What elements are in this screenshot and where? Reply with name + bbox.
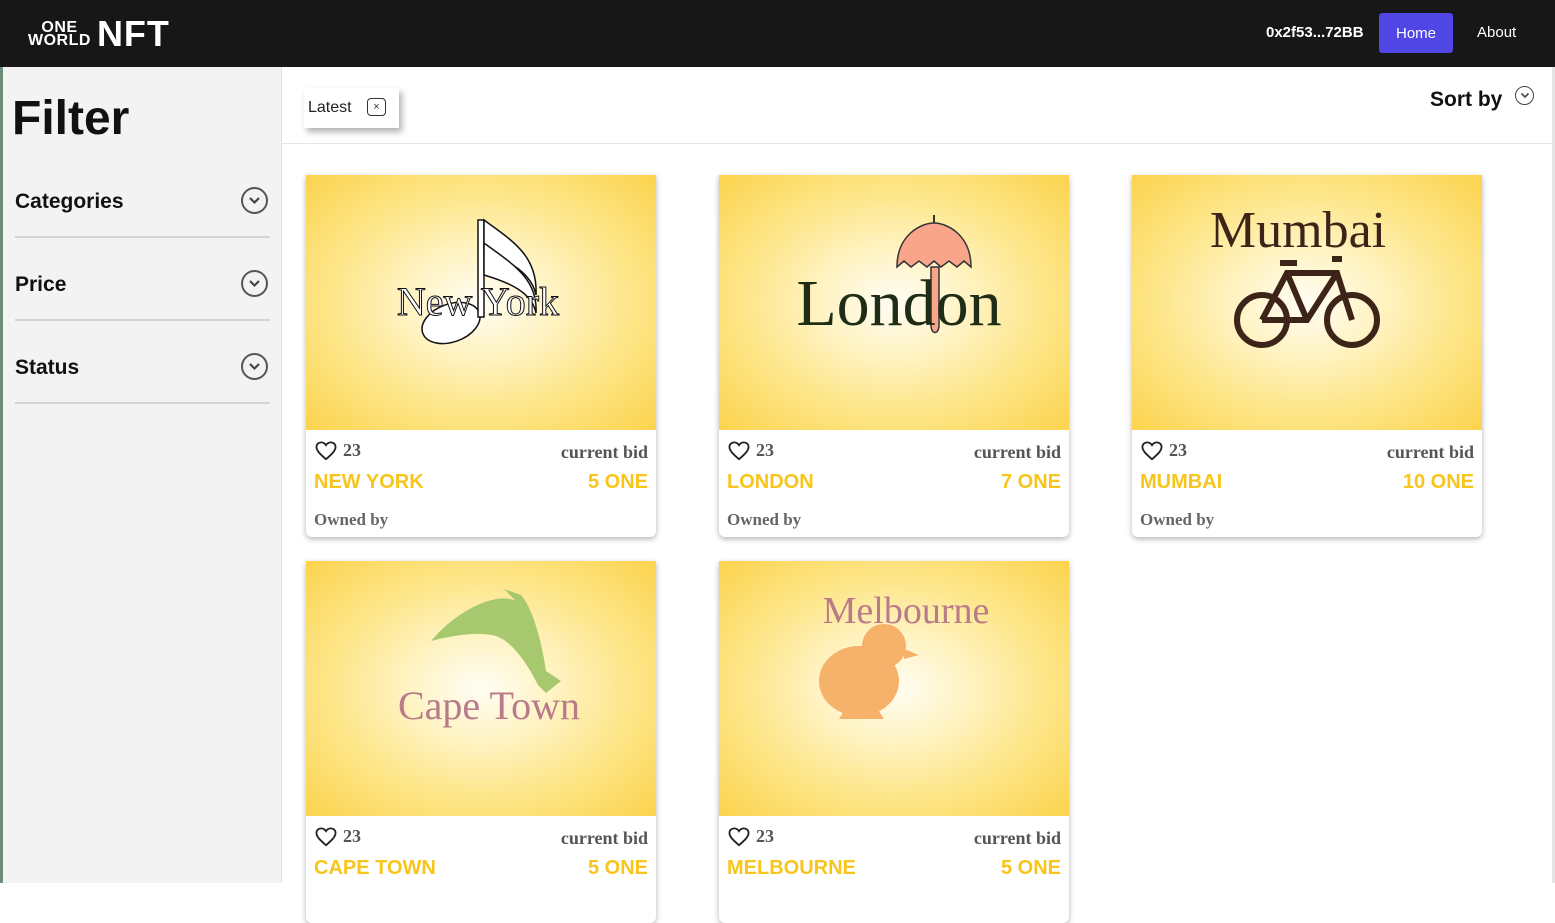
like-number: 23 xyxy=(1169,440,1187,460)
heart-icon xyxy=(728,440,750,460)
chevron-down-icon[interactable] xyxy=(241,270,268,297)
like-number: 23 xyxy=(343,440,361,460)
like-count[interactable]: 23 xyxy=(728,826,774,847)
nft-card[interactable]: Mumbai 23 current bid MUMBAI 10 ONE Owne… xyxy=(1132,175,1482,537)
nav-home-button[interactable]: Home xyxy=(1379,13,1453,53)
close-icon[interactable]: × xyxy=(367,98,386,116)
art-title: New York xyxy=(397,279,559,324)
nft-price: 5 ONE xyxy=(1000,857,1061,879)
art-title: Cape Town xyxy=(398,683,580,728)
bicycle-icon xyxy=(1234,256,1380,348)
filter-sidebar: Filter Categories Price Status xyxy=(3,67,282,883)
chick-icon xyxy=(819,624,919,719)
results-toolbar: Latest × Sort by xyxy=(282,67,1552,144)
art-title: Melbourne xyxy=(823,590,990,632)
nft-card[interactable]: London 23 current bid LONDON 7 ONE Owned… xyxy=(719,175,1069,537)
current-bid-label: current bid xyxy=(1386,442,1474,462)
nft-name: MUMBAI xyxy=(1140,471,1223,493)
filter-label: Price xyxy=(15,273,67,296)
like-number: 23 xyxy=(756,440,774,460)
nft-artwork[interactable]: New York xyxy=(306,175,656,430)
nav-about-link[interactable]: About xyxy=(1477,24,1516,41)
nft-price: 10 ONE xyxy=(1402,471,1474,493)
current-bid-label: current bid xyxy=(560,442,648,462)
chevron-down-icon[interactable] xyxy=(1515,86,1534,105)
nft-name: MELBOURNE xyxy=(727,857,856,879)
sort-by-label[interactable]: Sort by xyxy=(1430,88,1502,112)
chevron-down-icon[interactable] xyxy=(241,353,268,380)
nft-artwork[interactable]: London xyxy=(719,175,1069,430)
logo-world: WORLD xyxy=(28,32,91,49)
filter-label: Status xyxy=(15,356,80,379)
like-number: 23 xyxy=(343,826,361,846)
filter-title: Filter xyxy=(12,92,130,145)
current-bid-label: current bid xyxy=(973,442,1061,462)
heart-icon xyxy=(728,826,750,846)
nft-price: 5 ONE xyxy=(587,471,648,493)
dolphin-icon xyxy=(431,589,561,693)
filter-categories[interactable]: Categories xyxy=(15,155,270,238)
nft-name: LONDON xyxy=(727,471,814,493)
like-number: 23 xyxy=(756,826,774,846)
nft-card[interactable]: New York 23 current bid NEW YORK 5 ONE O… xyxy=(306,175,656,537)
owned-by-label: Owned by xyxy=(727,510,802,529)
nft-name: NEW YORK xyxy=(314,471,424,493)
logo-nft: NFT xyxy=(96,13,170,54)
art-title: Mumbai xyxy=(1210,202,1386,259)
like-count[interactable]: 23 xyxy=(315,440,361,461)
filter-chip-latest[interactable]: Latest × xyxy=(304,88,399,128)
owned-by-label: Owned by xyxy=(1140,510,1215,529)
logo-small-text: ONE WORLD xyxy=(28,20,91,49)
logo[interactable]: ONE WORLD NFT xyxy=(28,13,170,54)
nft-artwork[interactable]: Melbourne xyxy=(719,561,1069,816)
current-bid-label: current bid xyxy=(973,828,1061,848)
nft-card[interactable]: Cape Town 23 current bid CAPE TOWN 5 ONE xyxy=(306,561,656,923)
heart-icon xyxy=(1141,440,1163,460)
current-bid-label: current bid xyxy=(560,828,648,848)
heart-icon xyxy=(315,826,337,846)
top-navbar: ONE WORLD NFT 0x2f53...72BB Home About xyxy=(0,0,1555,67)
nft-price: 7 ONE xyxy=(1000,471,1061,493)
nft-card[interactable]: Melbourne 23 current bid MELBOURNE 5 ONE xyxy=(719,561,1069,923)
chip-label: Latest xyxy=(308,99,352,116)
filter-status[interactable]: Status xyxy=(15,321,270,404)
nft-artwork[interactable]: Cape Town xyxy=(306,561,656,816)
filter-label: Categories xyxy=(15,190,124,213)
wallet-address[interactable]: 0x2f53...72BB xyxy=(1266,24,1364,41)
owned-by-label: Owned by xyxy=(314,510,389,529)
like-count[interactable]: 23 xyxy=(315,826,361,847)
chevron-down-icon[interactable] xyxy=(241,187,268,214)
like-count[interactable]: 23 xyxy=(1141,440,1187,461)
like-count[interactable]: 23 xyxy=(728,440,774,461)
heart-icon xyxy=(315,440,337,460)
filter-price[interactable]: Price xyxy=(15,238,270,321)
nft-price: 5 ONE xyxy=(587,857,648,879)
nft-name: CAPE TOWN xyxy=(314,857,436,879)
art-title: London xyxy=(796,267,1001,340)
nft-artwork[interactable]: Mumbai xyxy=(1132,175,1482,430)
